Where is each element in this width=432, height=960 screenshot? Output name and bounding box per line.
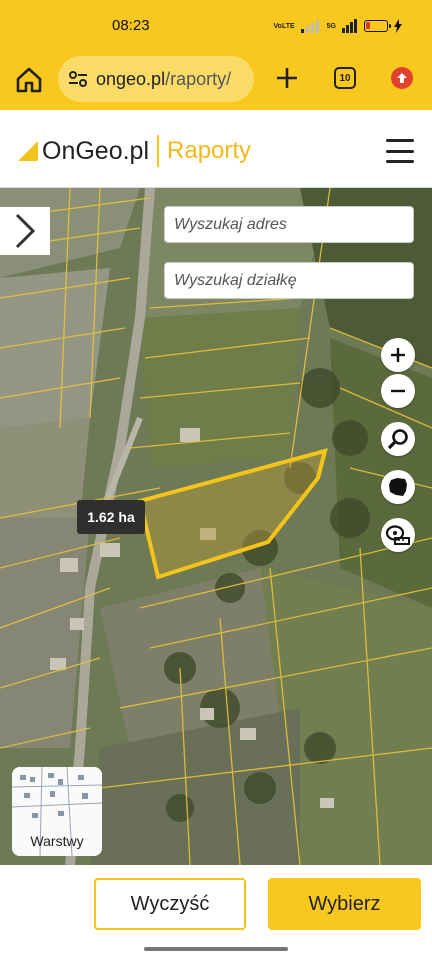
status-icons: VoLTE 5G <box>274 18 402 34</box>
new-tab-button[interactable] <box>272 63 302 93</box>
layers-label: Warstwy <box>30 833 84 849</box>
menu-line <box>386 149 414 153</box>
tab-switcher-button[interactable]: 10 <box>334 67 356 89</box>
url-text: ongeo.pl/raporty/ <box>96 69 231 90</box>
search-address-input[interactable]: Wyszukaj adres <box>164 206 414 243</box>
logo-text: OnGeo.pl <box>42 136 150 165</box>
battery-level <box>366 22 370 29</box>
charging-icon <box>394 19 402 33</box>
zoom-in-button[interactable] <box>381 338 415 372</box>
browser-toolbar: ongeo.pl/raporty/ 10 <box>0 50 432 110</box>
site-header: OnGeo.pl Raporty <box>0 112 432 188</box>
zoom-out-button[interactable] <box>381 374 415 408</box>
search-parcel-input[interactable]: Wyszukaj działkę <box>164 262 414 299</box>
poland-view-button[interactable] <box>381 470 415 504</box>
poland-map-icon <box>389 478 407 496</box>
network-type-indicator: 5G <box>326 22 336 30</box>
search-icon <box>387 429 408 450</box>
menu-line <box>386 139 414 142</box>
status-bar: 08:23 VoLTE 5G <box>0 0 432 50</box>
url-host: ongeo.pl <box>96 68 166 89</box>
arrow-up-icon <box>397 73 407 83</box>
select-button[interactable]: Wybierz <box>268 878 421 930</box>
bottom-action-bar: Wyczyść Wybierz <box>0 865 432 960</box>
measure-button[interactable] <box>381 518 415 552</box>
map-view[interactable]: Wyszukaj adres Wyszukaj działkę 1.62 ha <box>0 188 432 865</box>
section-title: Raporty <box>167 137 252 164</box>
logo[interactable]: OnGeo.pl Raporty <box>16 135 252 167</box>
home-icon <box>16 67 42 93</box>
signal-icon <box>300 20 319 33</box>
update-button[interactable] <box>391 67 413 89</box>
layers-button[interactable]: Warstwy <box>12 767 102 856</box>
logo-divider <box>157 135 160 167</box>
map-search-button[interactable] <box>381 422 415 456</box>
signal-icon-2 <box>342 19 357 33</box>
site-settings-icon <box>69 71 87 87</box>
area-label: 1.62 ha <box>77 500 145 534</box>
measure-icon <box>385 525 410 545</box>
volte-indicator: VoLTE <box>273 22 295 30</box>
zoom-in-icon <box>391 348 405 362</box>
url-field[interactable]: ongeo.pl/raporty/ <box>58 56 254 102</box>
home-button[interactable] <box>14 65 44 95</box>
battery-icon <box>364 20 391 32</box>
menu-line <box>386 160 414 163</box>
gesture-navigation-bar[interactable] <box>144 947 288 951</box>
logo-icon <box>18 141 38 161</box>
hamburger-menu-button[interactable] <box>386 139 414 163</box>
zoom-out-icon <box>391 389 405 393</box>
chevron-right-icon <box>15 213 36 249</box>
clear-button[interactable]: Wyczyść <box>94 878 246 930</box>
clock: 08:23 <box>112 17 150 34</box>
plus-icon <box>277 68 297 88</box>
url-path: /raporty/ <box>165 68 232 89</box>
panel-toggle-button[interactable] <box>0 207 50 255</box>
